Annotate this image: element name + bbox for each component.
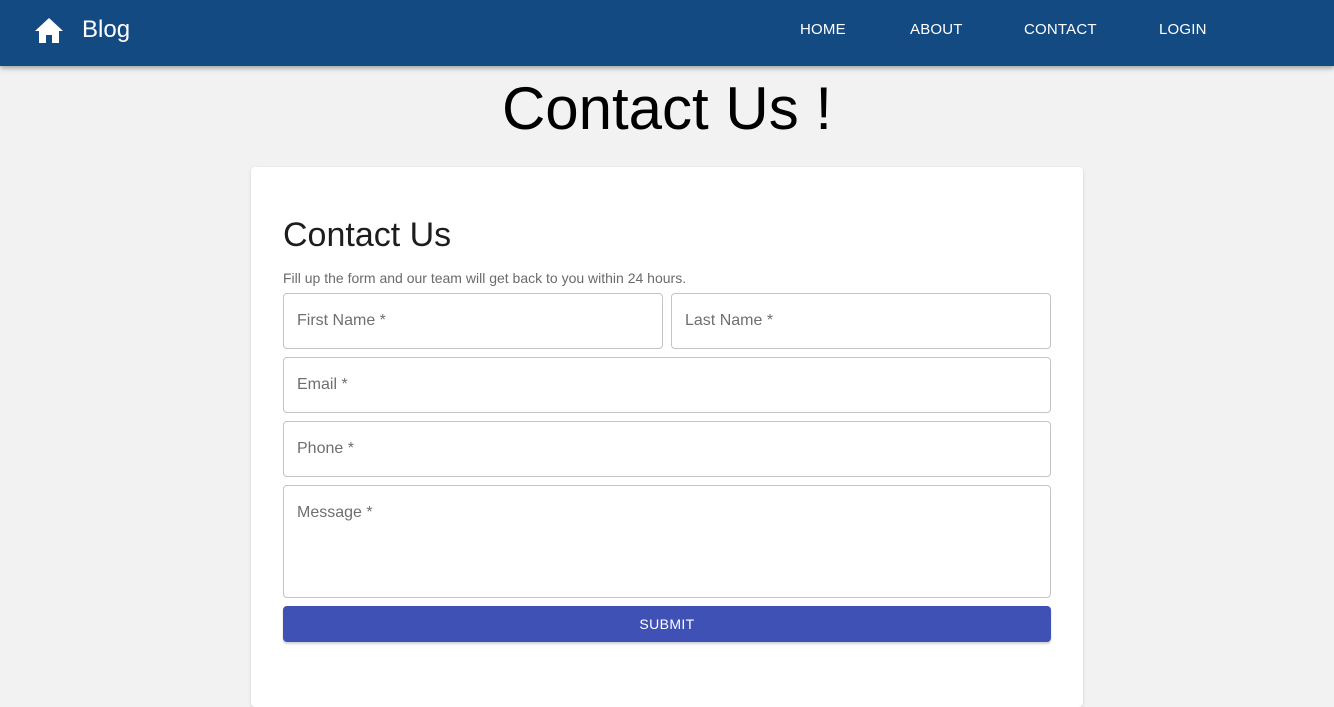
nav-login[interactable]: LOGIN — [1159, 21, 1207, 39]
form-title: Contact Us — [283, 216, 452, 254]
contact-form-card: Contact Us Fill up the form and our team… — [251, 167, 1083, 707]
last-name-label: Last Name * — [685, 312, 774, 329]
form-subtitle: Fill up the form and our team will get b… — [283, 270, 687, 286]
nav-home[interactable]: HOME — [800, 21, 846, 39]
message-label: Message * — [297, 504, 373, 521]
phone-field[interactable]: Phone * — [283, 421, 1051, 477]
email-label: Email * — [297, 376, 348, 393]
last-name-field[interactable]: Last Name * — [671, 293, 1051, 349]
nav-about[interactable]: ABOUT — [910, 21, 963, 39]
page-title: Contact Us ! — [501, 75, 833, 142]
first-name-field[interactable]: First Name * — [283, 293, 663, 349]
app-bar: Blog HOME ABOUT CONTACT LOGIN — [0, 0, 1334, 66]
first-name-label: First Name * — [297, 312, 386, 329]
phone-label: Phone * — [297, 440, 354, 457]
submit-button[interactable]: SUBMIT — [283, 606, 1051, 642]
brand-title[interactable]: Blog — [82, 15, 130, 45]
nav-contact[interactable]: CONTACT — [1024, 21, 1097, 39]
home-icon[interactable] — [34, 17, 64, 44]
message-field[interactable]: Message * — [283, 485, 1051, 598]
email-field[interactable]: Email * — [283, 357, 1051, 413]
